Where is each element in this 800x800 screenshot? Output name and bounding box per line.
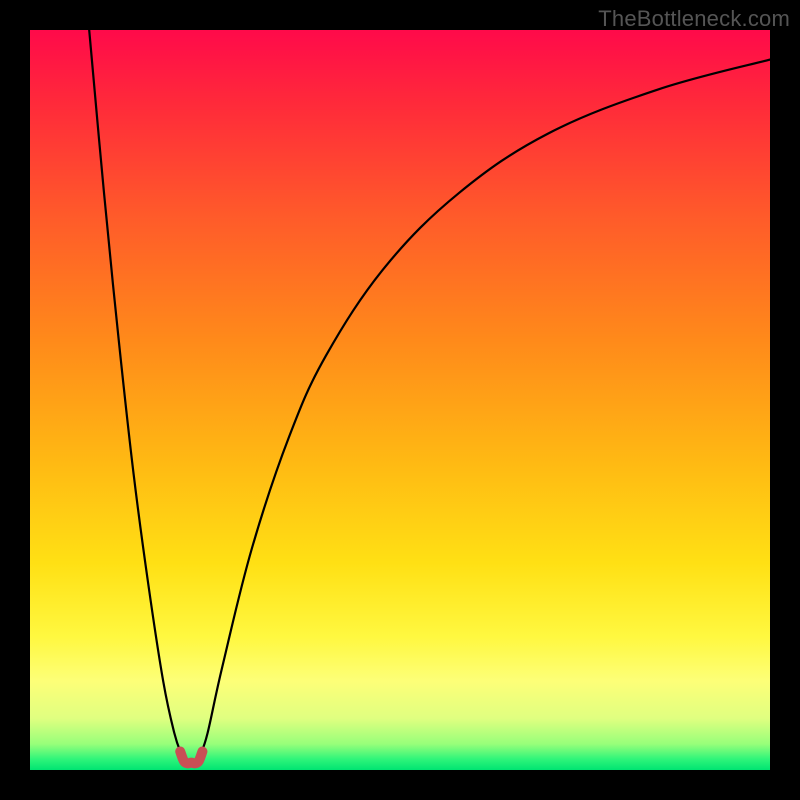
plot-area [30, 30, 770, 770]
chart-svg [30, 30, 770, 770]
chart-frame: TheBottleneck.com [0, 0, 800, 800]
gradient-background [30, 30, 770, 770]
watermark-text: TheBottleneck.com [598, 6, 790, 32]
